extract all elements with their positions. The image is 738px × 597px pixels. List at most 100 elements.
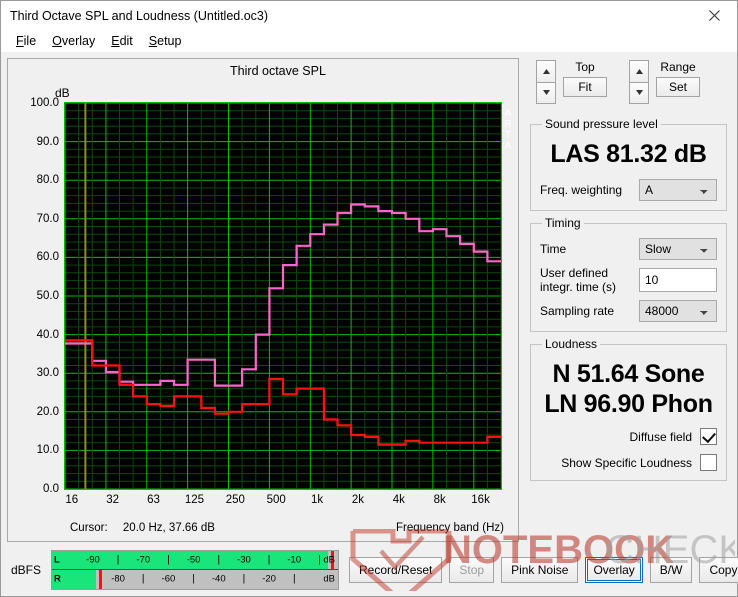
timing-group-legend: Timing — [545, 216, 581, 230]
cursor-value: 20.0 Hz, 37.66 dB — [122, 522, 215, 534]
x-axis-tick: 16k — [471, 494, 490, 506]
level-meter[interactable]: LdB -90 | -70 | -50 | -30 | -10 | RdB -80 | -60 | -40 | -… — [51, 549, 340, 590]
range-set-button[interactable]: Set — [656, 77, 700, 97]
meter-scale-label: -60 — [161, 573, 176, 585]
close-icon[interactable] — [692, 1, 737, 30]
meter-scale-label: -20 — [262, 573, 276, 585]
meter-peak-marker — [99, 570, 103, 589]
integr-time-label-line2: integr. time (s) — [540, 280, 617, 294]
scale-controls: Top Fit Range Set — [526, 60, 731, 112]
top-fit-button[interactable]: Fit — [563, 77, 607, 97]
x-axis-tick: 125 — [184, 494, 205, 506]
integr-time-input[interactable] — [639, 268, 717, 292]
graph-title: Third octave SPL — [230, 64, 326, 78]
freq-weighting-select[interactable]: ABCZ — [639, 179, 717, 201]
integr-time-row: User defined integr. time (s) — [540, 266, 717, 294]
range-increase-icon[interactable] — [629, 60, 649, 83]
diffuse-field-label: Diffuse field — [629, 429, 692, 444]
top-control-group: Top Fit — [536, 60, 607, 112]
specific-loudness-label: Show Specific Loudness — [561, 455, 692, 470]
meter-scale-label: -70 — [136, 554, 151, 566]
y-axis-tick: 30.0 — [36, 367, 59, 380]
side-panel: Top Fit Range Set Sound pressure level L… — [526, 58, 731, 542]
integr-time-label-line1: User defined — [540, 266, 609, 280]
top-decrease-icon[interactable] — [536, 82, 556, 104]
y-axis-tick: 50.0 — [36, 290, 59, 302]
sampling-rate-row: Sampling rate 80001102522050441004800096… — [540, 300, 717, 322]
freq-weighting-label: Freq. weighting — [540, 183, 623, 197]
diffuse-field-row: Diffuse field — [540, 428, 717, 445]
meter-channel-label: R — [54, 573, 61, 585]
content-area: Third octave SPL dB ARTA 0.0 10.0 20.0 30.0… — [1, 52, 737, 542]
sampling-rate-label: Sampling rate — [540, 304, 615, 318]
spl-group: Sound pressure level LAS 81.32 dB Freq. … — [530, 117, 727, 211]
y-axis-tick: 0.0 — [43, 483, 59, 495]
plot-curves — [65, 203, 501, 446]
meter-scale-sep: | — [217, 554, 221, 566]
meter-scale-label: -90 — [86, 554, 100, 566]
freq-weighting-row: Freq. weighting ABCZ — [540, 179, 717, 201]
x-axis-tick: 500 — [266, 494, 286, 506]
sampling-rate-select[interactable]: 80001102522050441004800096000 — [639, 300, 717, 322]
y-axis-tick: 20.0 — [36, 405, 59, 418]
overlay-button[interactable]: Overlay — [585, 556, 643, 583]
y-axis-tick: 40.0 — [36, 328, 59, 341]
specific-loudness-row: Show Specific Loudness — [540, 454, 717, 471]
range-control-group: Range Set — [629, 60, 700, 112]
diffuse-field-checkbox[interactable] — [700, 428, 717, 445]
integr-time-label: User defined integr. time (s) — [540, 266, 616, 294]
meter-scale-label: -80 — [111, 573, 125, 585]
range-decrease-icon[interactable] — [629, 82, 649, 104]
top-spinner[interactable] — [536, 60, 556, 104]
top-label: Top — [575, 60, 595, 74]
time-select[interactable]: FastSlowImpulseUser defined — [639, 238, 717, 260]
x-axis-tick: 250 — [225, 494, 245, 506]
x-axis-tick: 63 — [147, 494, 160, 506]
x-axis-tick: 8k — [433, 494, 446, 506]
menu-item-setup[interactable]: Setup — [142, 32, 189, 50]
plot-area[interactable] — [64, 102, 502, 490]
level-meter-right-channel: RdB -80 | -60 | -40 | -20 | — [52, 569, 339, 589]
copy-button[interactable]: Copy — [699, 556, 738, 583]
y-axis-tick: 90.0 — [36, 135, 59, 148]
meter-unit-label: dB — [323, 573, 336, 585]
x-axis-tick: 16 — [65, 494, 79, 506]
x-axis-title: Frequency band (Hz) — [395, 522, 504, 534]
y-axis-tick: 70.0 — [36, 212, 59, 225]
top-label-group: Top Fit — [563, 60, 607, 97]
y-axis-tick: 100.0 — [30, 97, 59, 109]
meter-scale-sep: | — [267, 554, 271, 566]
stop-button: Stop — [449, 556, 495, 583]
cursor-label: Cursor: — [70, 522, 108, 534]
spl-group-legend: Sound pressure level — [545, 117, 658, 131]
meter-unit-label: dB — [323, 554, 336, 566]
arta-watermark: ARTA — [504, 108, 512, 152]
dbfs-label: dBFS — [11, 562, 42, 577]
y-axis-tick: 10.0 — [36, 444, 59, 457]
title-bar: Third Octave SPL and Loudness (Untitled.… — [1, 1, 737, 30]
y-axis-tick: 60.0 — [36, 251, 59, 264]
record-reset-button[interactable]: Record/Reset — [349, 556, 443, 583]
meter-channel-label: L — [54, 554, 60, 566]
meter-scale-label: -50 — [186, 554, 201, 566]
bottom-toolbar: dBFS LdB -90 | -70 | -50 | -30 | -10 | RdB -80 | -60 |… — [1, 542, 738, 596]
graph-panel[interactable]: Third octave SPL dB ARTA 0.0 10.0 20.0 30.0… — [7, 58, 519, 542]
cursor-readout: Cursor: 20.0 Hz, 37.66 dB — [70, 522, 215, 534]
b-w-button[interactable]: B/W — [649, 556, 693, 583]
meter-scale-sep: | — [192, 573, 195, 585]
meter-scale-sep: | — [318, 554, 321, 566]
range-label: Range — [660, 60, 696, 74]
y-axis-tick: 80.0 — [36, 174, 59, 187]
loudness-sone-readout: N 51.64 Sone — [552, 360, 705, 388]
specific-loudness-checkbox[interactable] — [700, 454, 717, 471]
window-title: Third Octave SPL and Loudness (Untitled.… — [10, 8, 269, 23]
menu-item-edit[interactable]: Edit — [104, 32, 140, 50]
top-increase-icon[interactable] — [536, 60, 556, 83]
level-meter-left-channel: LdB -90 | -70 | -50 | -30 | -10 | — [52, 550, 339, 569]
x-axis-tick: 1k — [310, 494, 324, 506]
pink-noise-button[interactable]: Pink Noise — [501, 556, 579, 583]
menu-item-file[interactable]: File — [9, 32, 43, 50]
menu-item-overlay[interactable]: Overlay — [45, 32, 102, 50]
range-spinner[interactable] — [629, 60, 649, 104]
app-window: Third Octave SPL and Loudness (Untitled.… — [0, 0, 738, 597]
